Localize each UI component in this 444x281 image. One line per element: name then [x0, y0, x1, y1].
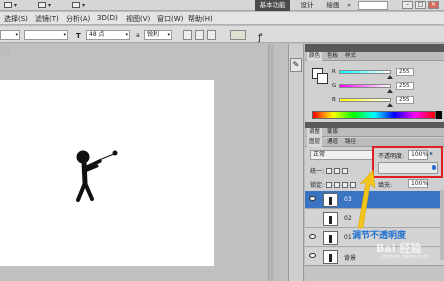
lock-label: 锁定:: [310, 182, 325, 189]
font-style-select[interactable]: ▾: [24, 30, 68, 40]
menu-window[interactable]: 窗口(W): [157, 14, 183, 24]
stick-figure-illustration: [76, 150, 118, 202]
chevron-down-icon: ▾: [63, 32, 66, 38]
layer-thumbnail: [323, 212, 338, 226]
tab-color[interactable]: 颜色: [307, 52, 323, 61]
brush-panel-icon[interactable]: ✎: [290, 58, 302, 72]
arrange-documents-icon[interactable]: [72, 2, 80, 8]
antialias-value: 锐利: [147, 31, 160, 38]
antialias-icon: a: [136, 32, 140, 39]
search-input[interactable]: [358, 1, 388, 10]
color-spectrum[interactable]: [312, 111, 436, 119]
channel-g-thumb[interactable]: [387, 89, 393, 93]
font-family-select[interactable]: ▾: [0, 30, 20, 40]
background-color-swatch[interactable]: [317, 73, 328, 84]
tab-layers[interactable]: 图层: [307, 138, 323, 147]
font-size-select[interactable]: 48 点 ▾: [86, 30, 130, 40]
font-size-value: 48 点: [89, 31, 105, 38]
menu-select[interactable]: 选择(S): [4, 14, 28, 24]
fill-input[interactable]: 100%: [408, 179, 428, 188]
eye-icon[interactable]: [309, 196, 316, 201]
lock-transparency-icon[interactable]: [326, 181, 333, 188]
layer-thumbnail: [323, 193, 338, 207]
document-scrollbar[interactable]: [268, 44, 274, 281]
layers-bottom-bar: [305, 265, 444, 281]
chevron-down-icon: ▾: [15, 32, 18, 38]
blend-mode-select[interactable]: 正常: [310, 150, 374, 160]
tab-paths[interactable]: 路径: [343, 138, 358, 147]
layer-thumbnail: [323, 250, 338, 264]
tab-styles[interactable]: 样式: [343, 52, 358, 61]
layer-name: 01: [344, 234, 352, 241]
application-bar: ▾ ▾ ▾ 基本功能 设计 绘画 » – □ ✕: [0, 0, 444, 11]
adjustments-panel-tabs: 调整 蒙版: [305, 128, 444, 137]
color-panel-tabs: 颜色 色板 样式: [305, 52, 444, 61]
channel-b-thumb[interactable]: [387, 103, 393, 107]
menu-filter[interactable]: 滤镜(T): [35, 14, 59, 24]
layer-name: 背景: [344, 255, 357, 262]
canvas[interactable]: [0, 80, 214, 266]
menu-help[interactable]: 帮助(H): [188, 14, 213, 24]
ps-logo-icon: [4, 2, 12, 8]
fill-label: 填充:: [378, 182, 393, 189]
channel-g-value[interactable]: 255: [396, 82, 414, 90]
watermark-url: jingyan.baidu.com: [382, 254, 429, 260]
tab-masks[interactable]: 蒙版: [325, 128, 340, 137]
chevron-down-icon[interactable]: ▾: [48, 2, 51, 9]
channel-r-slider[interactable]: [339, 70, 391, 74]
menu-bar: 选择(S) 滤镜(T) 分析(A) 3D(D) 视图(V) 窗口(W) 帮助(H…: [0, 12, 444, 25]
align-left-button[interactable]: [183, 30, 192, 40]
tab-swatches[interactable]: 色板: [325, 52, 340, 61]
workspace-design-button[interactable]: 设计: [297, 0, 317, 11]
document-tab[interactable]: [0, 46, 10, 55]
panel-collapse-bar[interactable]: [305, 44, 444, 52]
workspace-more-button[interactable]: »: [344, 0, 354, 11]
layer-thumbnail: [323, 231, 338, 245]
align-center-button[interactable]: [195, 30, 204, 40]
text-color-swatch[interactable]: [230, 30, 246, 40]
chevron-down-icon: ▾: [125, 32, 128, 38]
unify-label: 统一:: [310, 168, 325, 175]
minimize-button[interactable]: –: [402, 1, 413, 9]
tab-channels[interactable]: 通道: [325, 138, 340, 147]
workspace-painting-button[interactable]: 绘画: [323, 0, 343, 11]
channel-b-value[interactable]: 255: [396, 96, 414, 104]
eye-icon[interactable]: [309, 253, 316, 258]
zoom-level-icon[interactable]: [38, 2, 46, 8]
layers-scrollbar[interactable]: [440, 190, 444, 260]
menu-3d[interactable]: 3D(D): [97, 14, 118, 22]
chevron-down-icon[interactable]: ▾: [14, 2, 17, 9]
black-white-swatch[interactable]: [436, 111, 442, 119]
options-bar: ▾ ▾ T 48 点 ▾ a 锐利 ▾ ꝭ: [0, 26, 444, 43]
antialias-select[interactable]: 锐利 ▾: [144, 30, 172, 40]
annotation-arrow: [357, 170, 376, 229]
close-button[interactable]: ✕: [428, 1, 439, 9]
tab-adjustments[interactable]: 调整: [307, 128, 323, 137]
font-size-icon: T: [76, 32, 81, 40]
channel-g-slider[interactable]: [339, 84, 391, 88]
channel-b-slider[interactable]: [339, 98, 391, 102]
chevron-down-icon: ▾: [167, 32, 170, 38]
maximize-button[interactable]: □: [415, 1, 426, 9]
channel-b-label: B: [332, 97, 336, 103]
menu-analysis[interactable]: 分析(A): [66, 14, 90, 24]
channel-r-thumb[interactable]: [387, 75, 393, 79]
align-right-button[interactable]: [207, 30, 216, 40]
channel-r-value[interactable]: 255: [396, 68, 414, 76]
warp-text-icon[interactable]: ꝭ: [258, 30, 262, 43]
channel-r-label: R: [332, 69, 336, 75]
opacity-highlight-box: [372, 146, 443, 178]
workspace-basic-button[interactable]: 基本功能: [255, 0, 290, 11]
menu-view[interactable]: 视图(V): [126, 14, 150, 24]
panel-dock: [288, 44, 304, 281]
chevron-down-icon[interactable]: ▾: [82, 2, 85, 9]
eye-icon[interactable]: [309, 234, 316, 239]
channel-g-label: G: [332, 83, 337, 89]
unify-position-icon[interactable]: [326, 167, 333, 174]
blend-mode-value: 正常: [313, 151, 326, 158]
